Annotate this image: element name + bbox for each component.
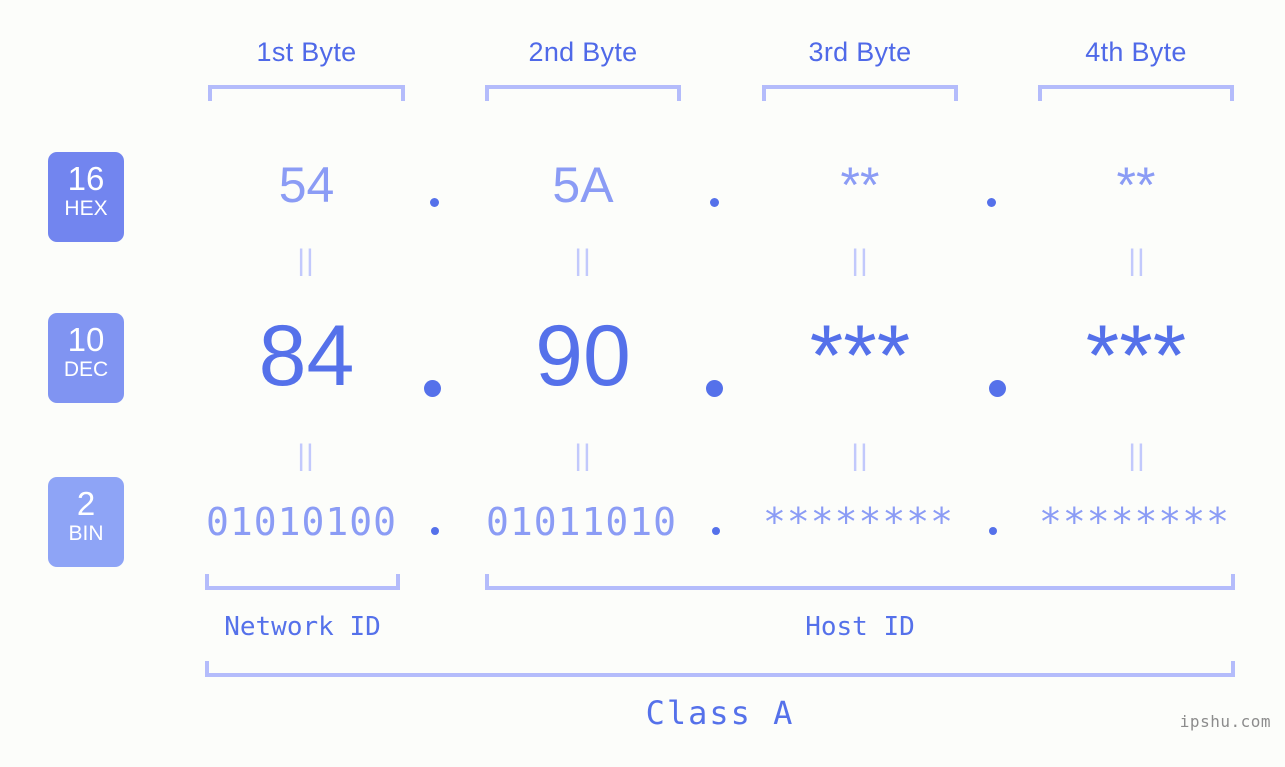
ip-byte-breakdown-diagram: 1st Byte 2nd Byte 3rd Byte 4th Byte 16 H… [0,0,1285,767]
bin-value-byte-1: 01010100 [205,500,398,544]
bracket-host-id [485,574,1235,590]
radix-badge-dec: 10 DEC [48,313,124,403]
dec-separator-dot-1 [424,380,441,397]
dec-value-byte-4: *** [1085,308,1187,404]
class-label: Class A [645,694,795,732]
radix-badge-bin: 2 BIN [48,477,124,567]
network-id-label: Network ID [224,612,381,642]
hex-separator-dot-2 [710,198,719,207]
dec-separator-dot-3 [989,380,1006,397]
equals-mark-hex-dec-2: || [574,244,592,277]
dec-value-byte-3: *** [809,308,911,404]
equals-mark-dec-bin-1: || [297,439,315,472]
radix-badge-bin-label: BIN [68,522,104,545]
bin-value-byte-4: ******** [1038,500,1231,544]
bracket-top-byte-4 [1038,85,1234,101]
hex-value-byte-3: ** [840,157,880,213]
equals-mark-hex-dec-4: || [1128,244,1146,277]
site-watermark: ipshu.com [1179,712,1271,731]
radix-badge-bin-number: 2 [76,485,96,522]
byte-header-4: 4th Byte [1085,37,1187,67]
dec-separator-dot-2 [706,380,723,397]
bracket-network-id [205,574,400,590]
bracket-class [205,661,1235,677]
radix-badge-hex-number: 16 [67,160,105,197]
radix-badge-hex-label: HEX [64,197,108,220]
byte-header-1: 1st Byte [256,37,357,67]
hex-value-byte-2: 5A [552,157,614,213]
bracket-top-byte-1 [208,85,405,101]
host-id-label: Host ID [805,612,915,642]
dec-value-byte-1: 84 [258,308,355,404]
byte-header-2: 2nd Byte [528,37,638,67]
hex-value-byte-4: ** [1116,157,1156,213]
radix-badge-dec-number: 10 [67,321,105,358]
dec-value-byte-2: 90 [535,308,631,404]
byte-header-3: 3rd Byte [808,37,912,67]
bin-separator-dot-2 [712,527,720,535]
radix-badge-hex: 16 HEX [48,152,124,242]
radix-badge-dec-label: DEC [63,358,109,381]
bin-value-byte-2: 01011010 [485,500,678,544]
bin-separator-dot-1 [431,527,439,535]
hex-value-byte-1: 54 [278,157,335,213]
hex-separator-dot-3 [987,198,996,207]
bracket-top-byte-2 [485,85,681,101]
equals-mark-dec-bin-2: || [574,439,592,472]
hex-separator-dot-1 [430,198,439,207]
bracket-top-byte-3 [762,85,958,101]
equals-mark-hex-dec-3: || [851,244,869,277]
equals-mark-dec-bin-3: || [851,439,869,472]
equals-mark-hex-dec-1: || [297,244,315,277]
bin-separator-dot-3 [989,527,997,535]
bin-value-byte-3: ******** [762,500,955,544]
equals-mark-dec-bin-4: || [1128,439,1146,472]
